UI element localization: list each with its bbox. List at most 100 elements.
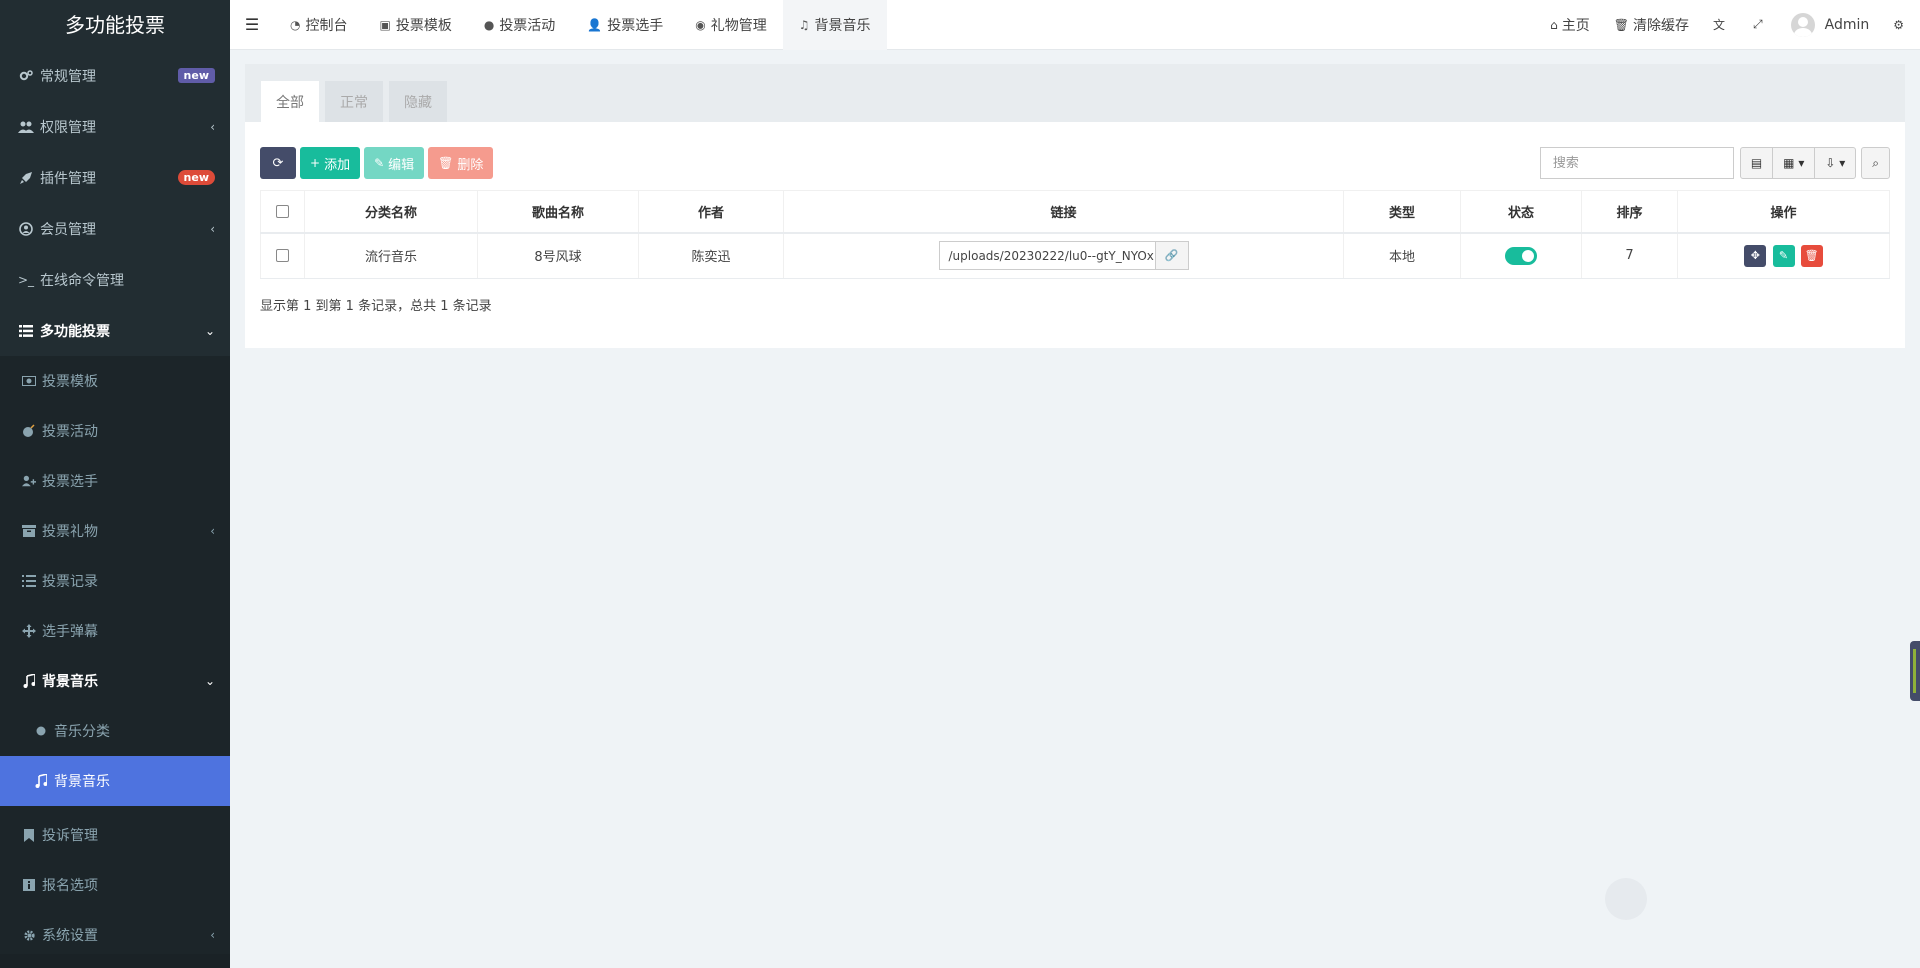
top-header: ☰ ◔ 控制台 ▣ 投票模板 ● 投票活动 👤 投票选手 ◉ 礼物管理 ♫ 背景… xyxy=(230,0,1920,50)
sidebar-item-label: 音乐分类 xyxy=(54,724,110,740)
row-select-cell[interactable] xyxy=(260,232,305,279)
side-panel-handle[interactable] xyxy=(1910,641,1920,701)
select-all-cell[interactable] xyxy=(260,190,305,234)
sidebar-item-online-command[interactable]: >_ 在线命令管理 xyxy=(0,254,230,305)
sidebar-item-label: 多功能投票 xyxy=(40,323,110,340)
chevron-down-icon: ⌄ xyxy=(204,674,215,688)
link-field[interactable]: /uploads/20230222/lu0--gtY_NYOxLI xyxy=(938,241,1156,271)
delete-label: 删除 xyxy=(457,157,484,173)
tab-vote-candidate[interactable]: 👤 投票选手 xyxy=(571,0,679,50)
select-all-checkbox[interactable] xyxy=(276,204,289,218)
table-row[interactable]: 流行音乐 8号风球 陈奕迅 /uploads/20230222/lu0--gtY… xyxy=(260,232,1890,279)
sidebar-item-general[interactable]: 常规管理 new xyxy=(0,50,230,101)
export-button[interactable]: ⇩ ▾ xyxy=(1814,147,1857,179)
sidebar-menu: 常规管理 new 权限管理 ‹ 插件管理 new 会员管理 ‹ >_ 在线命令管… xyxy=(0,50,230,356)
circle-icon xyxy=(34,724,48,738)
column-header[interactable]: 排序 xyxy=(1581,190,1678,234)
sidebar-item-label: 会员管理 xyxy=(40,221,96,238)
terminal-icon: >_ xyxy=(17,272,35,287)
sidebar-item-multi-vote[interactable]: 多功能投票 ⌄ xyxy=(0,305,230,356)
home-link[interactable]: ⌂ 主页 xyxy=(1538,0,1602,50)
language-button[interactable]: 文 xyxy=(1701,0,1741,50)
column-header[interactable]: 作者 xyxy=(638,190,784,234)
sidebar-item-system-settings[interactable]: 系统设置 ‹ xyxy=(0,910,230,960)
tab-normal[interactable]: 正常 xyxy=(325,81,383,122)
columns-button[interactable]: ▦ ▾ xyxy=(1772,147,1816,179)
tab-bg-music[interactable]: ♫ 背景音乐 xyxy=(782,0,887,50)
toggle-view-button[interactable]: ▤ xyxy=(1739,147,1774,179)
row-checkbox[interactable] xyxy=(276,249,289,263)
sidebar-item-bg-music[interactable]: 背景音乐 xyxy=(0,756,230,806)
sidebar-item-complaints[interactable]: 投诉管理 xyxy=(0,810,230,860)
status-toggle[interactable] xyxy=(1505,246,1537,265)
toolbar: ⟳ + 添加 ✎ 编辑 🗑 删除 xyxy=(260,147,497,179)
info-icon xyxy=(22,878,36,892)
tab-label: 投票选手 xyxy=(607,17,664,34)
open-link-button[interactable]: 🔗 xyxy=(1155,241,1189,271)
delete-button[interactable]: 🗑 删除 xyxy=(428,147,494,179)
menu-toggle-icon[interactable]: ☰ xyxy=(230,0,274,50)
music-icon xyxy=(34,774,48,788)
header-right: ⌂ 主页 🗑 清除缓存 文 ⤢ Admin ⚙ xyxy=(1538,0,1920,50)
sidebar-item-vote-record[interactable]: 投票记录 xyxy=(0,556,230,606)
new-badge: new xyxy=(177,68,215,83)
sidebar-item-label: 背景音乐 xyxy=(42,674,98,690)
user-plus-icon: 👤 xyxy=(587,17,603,32)
sidebar-item-vote-gift[interactable]: 投票礼物 ‹ xyxy=(0,506,230,556)
clear-cache-button[interactable]: 🗑 清除缓存 xyxy=(1602,0,1701,50)
sidebar-item-signup-options[interactable]: 报名选项 xyxy=(0,860,230,910)
logo-icon xyxy=(1605,878,1647,920)
sidebar-item-label: 报名选项 xyxy=(42,878,98,894)
tab-vote-template[interactable]: ▣ 投票模板 xyxy=(363,0,467,50)
link-group: /uploads/20230222/lu0--gtY_NYOxLI 🔗 xyxy=(938,241,1189,271)
content-panel: 全部 正常 隐藏 ⟳ + 添加 ✎ 编辑 🗑 删除 ▤ ▦ ▾ xyxy=(245,64,1905,348)
new-badge: new xyxy=(177,170,215,185)
sidebar-item-vote-activity[interactable]: 投票活动 xyxy=(0,406,230,456)
cogs-icon xyxy=(18,68,34,84)
user-circle-icon xyxy=(18,221,34,237)
app-logo-title[interactable]: 多功能投票 xyxy=(0,0,230,50)
refresh-button[interactable]: ⟳ xyxy=(260,147,296,179)
trash-icon: 🗑 xyxy=(1804,249,1819,263)
row-delete-button[interactable]: 🗑 xyxy=(1800,244,1823,267)
sidebar-item-label: 选手弹幕 xyxy=(42,624,98,640)
column-header[interactable]: 状态 xyxy=(1460,190,1582,234)
sidebar-item-vote-template[interactable]: 投票模板 xyxy=(0,356,230,406)
sidebar-item-label: 权限管理 xyxy=(40,119,96,136)
music-icon: ♫ xyxy=(798,17,810,32)
sidebar-item-permissions[interactable]: 权限管理 ‹ xyxy=(0,101,230,152)
sidebar-item-plugins[interactable]: 插件管理 new xyxy=(0,152,230,203)
column-header[interactable]: 类型 xyxy=(1343,190,1461,234)
sidebar-item-label: 投诉管理 xyxy=(42,828,98,844)
sidebar-item-label: 投票活动 xyxy=(42,424,98,440)
sidebar-item-bg-music-group[interactable]: 背景音乐 ⌄ xyxy=(0,656,230,706)
drag-sort-button[interactable]: ✥ xyxy=(1744,244,1767,267)
tab-vote-activity[interactable]: ● 投票活动 xyxy=(468,0,571,50)
list-alt-icon: ▤ xyxy=(1750,156,1763,170)
column-header[interactable]: 分类名称 xyxy=(304,190,478,234)
column-header[interactable]: 歌曲名称 xyxy=(477,190,639,234)
user-menu[interactable]: Admin xyxy=(1779,0,1882,50)
tab-hidden[interactable]: 隐藏 xyxy=(389,81,447,122)
tab-dashboard[interactable]: ◔ 控制台 xyxy=(274,0,363,50)
column-header[interactable]: 链接 xyxy=(783,190,1344,234)
add-button[interactable]: + 添加 xyxy=(300,147,361,179)
edit-button[interactable]: ✎ 编辑 xyxy=(364,147,425,179)
search-input[interactable] xyxy=(1539,147,1734,179)
tab-gift-management[interactable]: ◉ 礼物管理 xyxy=(679,0,782,50)
type-cell: 本地 xyxy=(1343,232,1461,279)
settings-button[interactable]: ⚙ xyxy=(1881,0,1920,50)
music-icon xyxy=(22,674,36,688)
sidebar-item-danmaku[interactable]: 选手弹幕 xyxy=(0,606,230,656)
tab-all[interactable]: 全部 xyxy=(261,81,319,122)
compass-icon: ◉ xyxy=(695,17,706,32)
sidebar-item-music-category[interactable]: 音乐分类 xyxy=(0,706,230,756)
user-plus-icon xyxy=(22,474,36,488)
chevron-left-icon: ‹ xyxy=(210,928,215,942)
bomb-icon xyxy=(22,424,36,438)
sidebar-item-members[interactable]: 会员管理 ‹ xyxy=(0,203,230,254)
advanced-search-button[interactable]: ⌕ xyxy=(1861,147,1890,179)
row-edit-button[interactable]: ✎ xyxy=(1772,244,1795,267)
fullscreen-button[interactable]: ⤢ xyxy=(1741,0,1779,50)
sidebar-item-vote-candidate[interactable]: 投票选手 xyxy=(0,456,230,506)
